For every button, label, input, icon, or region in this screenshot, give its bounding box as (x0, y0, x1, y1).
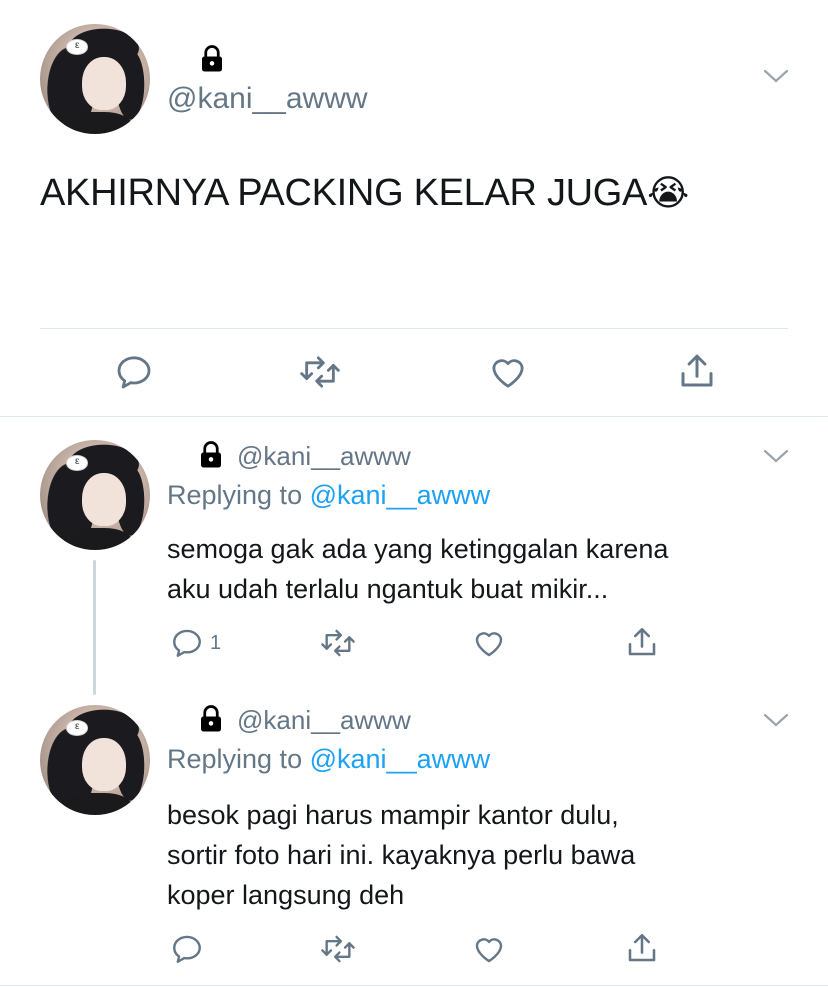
chevron-down-icon[interactable] (762, 446, 790, 466)
retweet-icon[interactable] (319, 626, 357, 660)
reply-icon[interactable] (114, 352, 154, 392)
crying-face-emoji: 😭 (647, 172, 689, 213)
reply-text-line: koper langsung deh (167, 880, 405, 910)
reply-text-line: semoga gak ada yang ketinggalan karena (167, 534, 669, 564)
chevron-down-icon[interactable] (762, 710, 790, 730)
avatar-hair-clip: ε (66, 720, 89, 736)
reply-text: besok pagi harus mampir kantor dulu, sor… (167, 795, 635, 915)
replying-to: Replying to @kani__awww (167, 480, 490, 511)
avatar[interactable]: ε (40, 705, 150, 815)
avatar-hair-clip: ε (66, 39, 89, 55)
mention-link[interactable]: @kani__awww (310, 480, 490, 510)
avatar-shirt (64, 793, 133, 815)
reply-button[interactable]: 1 (170, 626, 221, 660)
avatar-face (81, 473, 126, 526)
like-icon[interactable] (471, 932, 507, 966)
share-icon[interactable] (624, 930, 660, 966)
reply-count: 1 (210, 631, 222, 654)
section-divider (0, 416, 828, 417)
chevron-down-icon[interactable] (762, 66, 790, 86)
avatar-hair-clip: ε (66, 455, 89, 471)
user-handle[interactable]: @kani__awww (167, 82, 368, 116)
avatar[interactable]: ε (40, 440, 150, 550)
lock-icon (201, 441, 221, 468)
bottom-divider (0, 985, 828, 986)
tweet-text-body: AKHIRNYA PACKING KELAR JUGA (40, 172, 648, 214)
tweet-text: AKHIRNYA PACKING KELAR JUGA😭 (40, 172, 689, 215)
reply-text-line: besok pagi harus mampir kantor dulu, (167, 800, 619, 830)
mention-link[interactable]: @kani__awww (310, 744, 490, 774)
reply-text: semoga gak ada yang ketinggalan karena a… (167, 529, 668, 609)
like-icon[interactable] (471, 626, 507, 660)
share-icon[interactable] (624, 624, 660, 660)
user-handle[interactable]: @kani__awww (237, 441, 411, 472)
reply-text-line: sortir foto hari ini. kayaknya perlu baw… (167, 840, 636, 870)
avatar-face (81, 57, 126, 110)
replying-to: Replying to @kani__awww (167, 744, 490, 775)
avatar-shirt (64, 528, 133, 550)
retweet-icon[interactable] (298, 352, 342, 392)
share-icon[interactable] (676, 350, 718, 392)
replying-to-label: Replying to (167, 744, 303, 774)
avatar-shirt (64, 112, 133, 134)
replying-to-label: Replying to (167, 480, 303, 510)
thread-line (93, 560, 96, 695)
avatar-face (81, 738, 126, 791)
reply-icon[interactable] (170, 626, 204, 660)
user-handle[interactable]: @kani__awww (237, 705, 411, 736)
lock-icon (201, 705, 221, 732)
reply-text-line: aku udah terlalu ngantuk buat mikir... (167, 574, 609, 604)
avatar[interactable]: ε (40, 24, 150, 134)
lock-icon (202, 45, 222, 72)
divider (40, 328, 788, 329)
retweet-icon[interactable] (319, 932, 357, 966)
like-icon[interactable] (487, 352, 529, 392)
reply-icon[interactable] (170, 932, 204, 966)
